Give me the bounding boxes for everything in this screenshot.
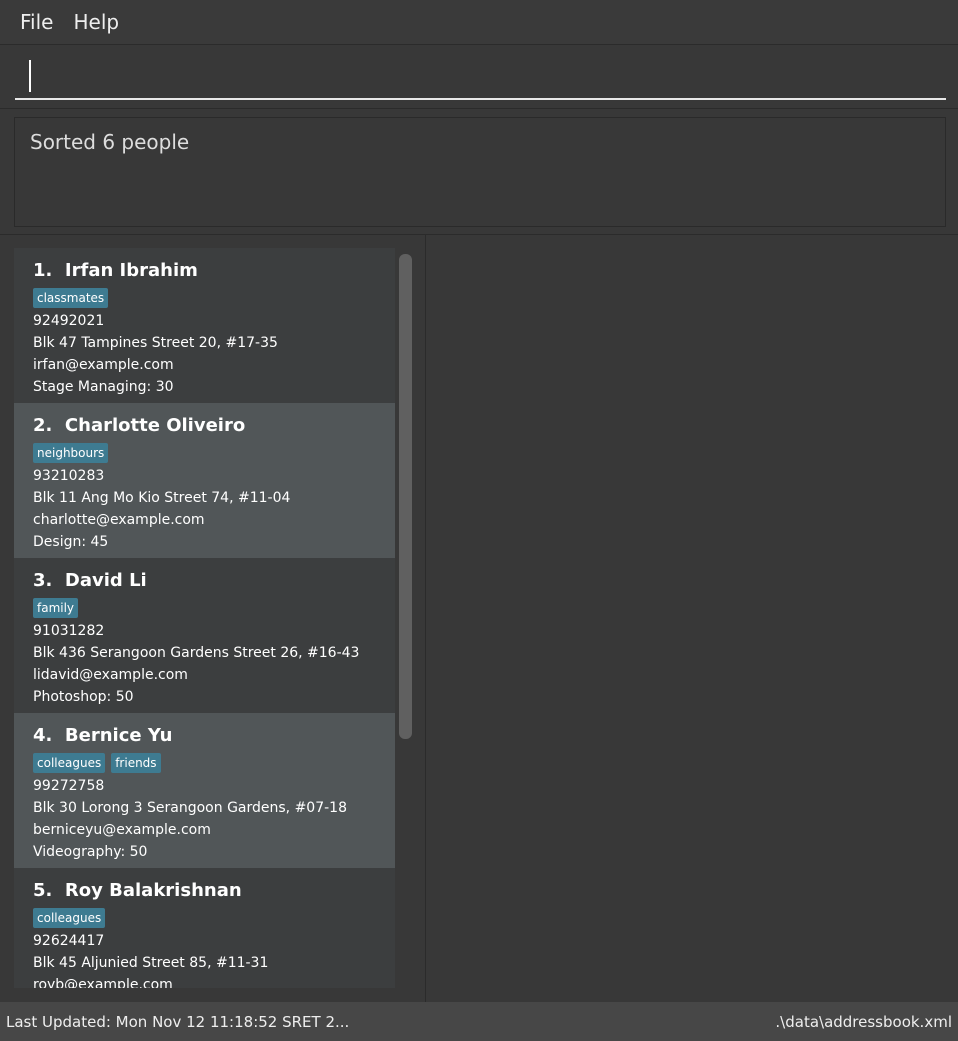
last-updated: Last Updated: Mon Nov 12 11:18:52 SRET 2… [6, 1012, 350, 1031]
result-display: Sorted 6 people [14, 117, 946, 227]
person-address: Blk 30 Lorong 3 Serangoon Gardens, #07-1… [33, 800, 347, 816]
person-email: berniceyu@example.com [33, 822, 211, 838]
person-card[interactable]: 5. Roy Balakrishnan colleagues 92624417 Blk… [14, 868, 395, 988]
person-name: 1. Irfan Ibrahim [33, 260, 198, 281]
tag-badge: family [33, 598, 79, 618]
person-phone: 92624417 [33, 933, 105, 949]
person-skill: Design: 45 [33, 534, 109, 550]
tag-list: colleagues [33, 908, 376, 928]
result-text: Sorted 6 people [30, 130, 190, 154]
person-list[interactable]: 1. Irfan Ibrahim classmates 92492021 Blk 47… [14, 248, 395, 988]
person-email: royb@example.com [33, 977, 173, 988]
person-address: Blk 45 Aljunied Street 85, #11-31 [33, 955, 269, 971]
command-input[interactable] [15, 54, 946, 100]
person-card[interactable]: 2. Charlotte Oliveiro neighbours 93210283 B… [14, 403, 395, 558]
person-address: Blk 47 Tampines Street 20, #17-35 [33, 335, 278, 351]
person-name: 3. David Li [33, 570, 147, 591]
tag-badge: neighbours [33, 443, 109, 463]
person-email: lidavid@example.com [33, 667, 188, 683]
person-phone: 92492021 [33, 313, 105, 329]
person-card[interactable]: 4. Bernice Yu colleagues friends 99272758 Bl… [14, 713, 395, 868]
person-email: irfan@example.com [33, 357, 174, 373]
status-bar: Last Updated: Mon Nov 12 11:18:52 SRET 2… [0, 1002, 958, 1041]
tag-list: classmates [33, 288, 376, 308]
person-phone: 99272758 [33, 778, 105, 794]
tag-list: colleagues friends [33, 753, 376, 773]
menu-bar: File Help [0, 0, 958, 45]
scrollbar-thumb[interactable] [399, 254, 412, 739]
tag-badge: colleagues [33, 908, 106, 928]
tag-badge: colleagues [33, 753, 106, 773]
command-box [0, 46, 958, 109]
person-email: charlotte@example.com [33, 512, 205, 528]
menu-help[interactable]: Help [63, 10, 129, 34]
person-card[interactable]: 1. Irfan Ibrahim classmates 92492021 Blk 47… [14, 248, 395, 403]
menu-file[interactable]: File [10, 10, 63, 34]
person-name: 2. Charlotte Oliveiro [33, 415, 246, 436]
person-skill: Videography: 50 [33, 844, 148, 860]
file-path: .\data\addressbook.xml [775, 1012, 952, 1031]
tag-badge: classmates [33, 288, 109, 308]
person-address: Blk 436 Serangoon Gardens Street 26, #16… [33, 645, 360, 661]
person-skill: Stage Managing: 30 [33, 379, 174, 395]
tag-list: neighbours [33, 443, 376, 463]
person-skill: Photoshop: 50 [33, 689, 134, 705]
main-split: 1. Irfan Ibrahim classmates 92492021 Blk 47… [0, 234, 958, 1003]
person-card[interactable]: 3. David Li family 91031282 Blk 436 Serango… [14, 558, 395, 713]
tag-list: family [33, 598, 376, 618]
person-list-panel: 1. Irfan Ibrahim classmates 92492021 Blk 47… [0, 235, 426, 1003]
person-address: Blk 11 Ang Mo Kio Street 74, #11-04 [33, 490, 291, 506]
person-phone: 93210283 [33, 468, 105, 484]
text-caret [29, 60, 31, 92]
person-phone: 91031282 [33, 623, 105, 639]
tag-badge: friends [111, 753, 161, 773]
person-name: 4. Bernice Yu [33, 725, 173, 746]
person-name: 5. Roy Balakrishnan [33, 880, 242, 901]
